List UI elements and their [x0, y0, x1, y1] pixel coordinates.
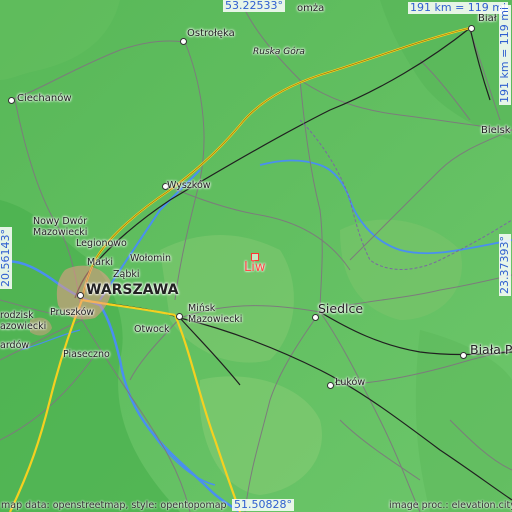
place-label-siedlce: Siedlce [318, 301, 364, 316]
place-label-lukow: Łuków [335, 377, 366, 388]
place-label-marki: Marki [87, 257, 114, 268]
place-label-grodzisk-1: rodzisk [0, 310, 34, 321]
ostroleka-dot [180, 38, 187, 45]
biala-dot [460, 352, 467, 359]
place-label-ciechanow: Ciechanów [17, 93, 72, 104]
footer-attribution: map data: openstreetmap, style: opentopo… [1, 500, 227, 511]
place-label-ostroleka: Ostrołęka [187, 28, 235, 39]
footer-credit: image proc.: elevation.city [389, 500, 512, 511]
place-label-nowy-dwor-2: Mazowiecki [33, 227, 88, 238]
place-label-ruska-gora: Ruska Góra [253, 47, 305, 57]
place-label-minsk-1: Mińsk [188, 303, 216, 314]
place-label-grodzisk-2: azowiecki [0, 321, 47, 332]
place-label-pruszkow: Pruszków [50, 307, 95, 318]
place-label-wolomin: Wołomin [130, 253, 172, 264]
place-label-wyszkow: Wyszków [167, 180, 211, 191]
place-label-lomza: omża [297, 3, 325, 14]
place-label-otwock: Otwock [134, 324, 170, 335]
place-label-warszawa: WARSZAWA [86, 282, 179, 298]
coord-south: 51.50828° [232, 498, 294, 511]
scale-vertical: 191 km = 119 mi [498, 4, 511, 105]
warszawa-dot [77, 292, 84, 299]
lukow-dot [327, 382, 334, 389]
place-label-nadarzyn: ardów [0, 340, 30, 351]
minsk-dot [176, 313, 183, 320]
place-label-minsk-2: Mazowiecki [188, 314, 243, 325]
place-label-biala-podlaska: Biała P [470, 342, 512, 357]
bialystok-dot [468, 25, 475, 32]
place-label-bialystok: Biał [478, 13, 497, 24]
coord-north: 53.22533° [223, 0, 285, 12]
target-label: Liw [244, 260, 266, 275]
place-label-zabki: Ząbki [113, 269, 140, 280]
place-label-piaseczno: Piaseczno [63, 349, 110, 360]
place-label-bielsk: Bielsk [481, 125, 511, 136]
scale-horizontal: 191 km = 119 mi [408, 1, 509, 14]
place-label-nowy-dwor-1: Nowy Dwór [33, 216, 88, 227]
coord-east: 23.37393° [498, 234, 511, 296]
ciechanow-dot [8, 97, 15, 104]
place-label-legionowo: Legionowo [76, 238, 127, 249]
coord-west: 20.56143° [0, 227, 12, 289]
topographic-map[interactable]: Ostrołęka omża Biał Ruska Góra Ciechanów… [0, 0, 512, 512]
